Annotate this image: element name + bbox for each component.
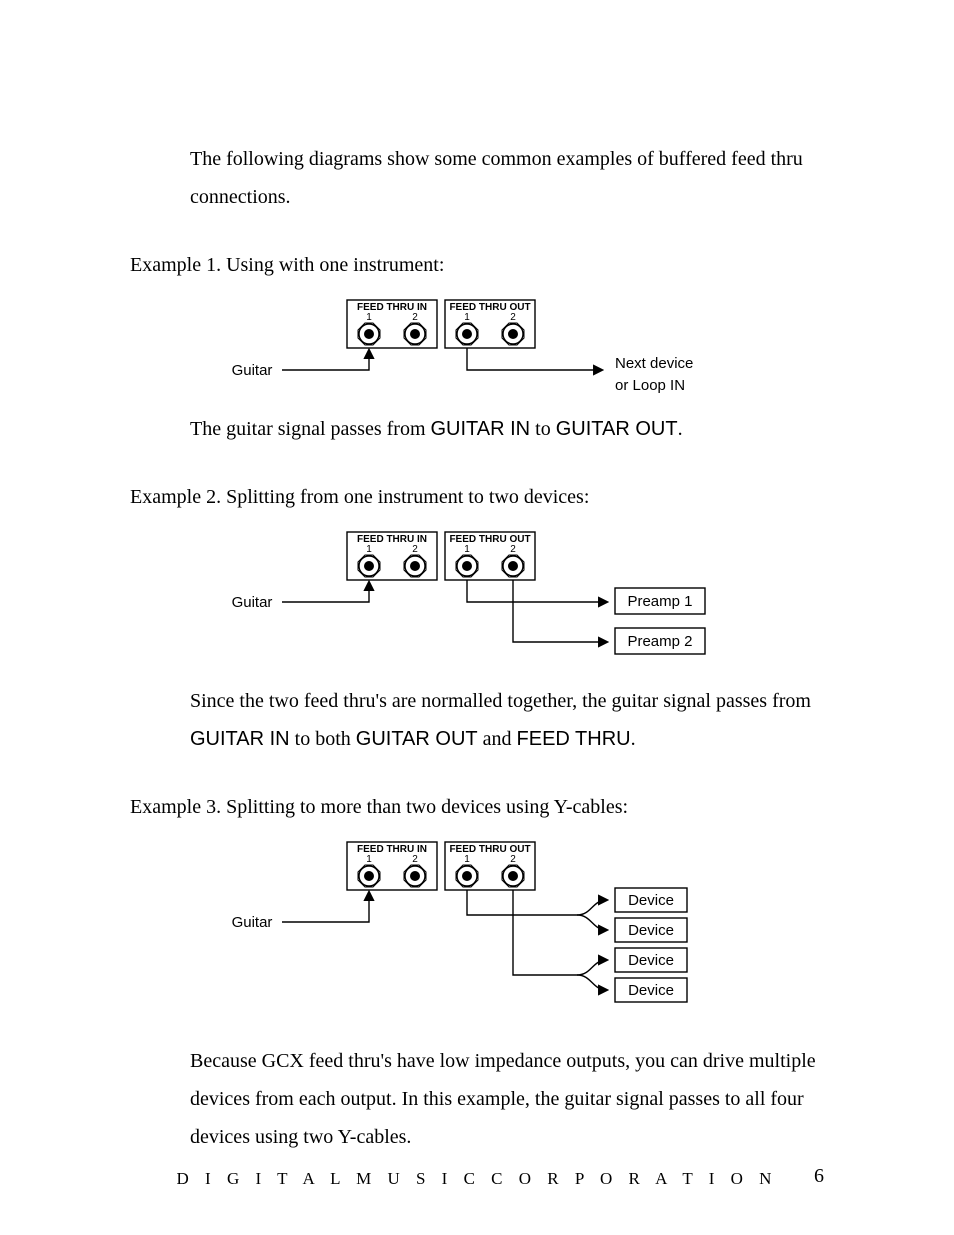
svg-text:2: 2 (412, 544, 418, 555)
svg-text:2: 2 (510, 544, 516, 555)
svg-text:Next device: Next device (615, 355, 693, 372)
svg-text:FEED THRU OUT: FEED THRU OUT (449, 302, 530, 313)
svg-text:Device: Device (628, 952, 674, 969)
intro-text: The following diagrams show some common … (190, 140, 824, 216)
svg-text:1: 1 (464, 544, 470, 555)
diagram-1: FEED THRU IN FEED THRU OUT 1 2 1 2 Guita… (207, 290, 747, 400)
svg-text:2: 2 (510, 312, 516, 323)
svg-text:Guitar: Guitar (232, 362, 273, 379)
svg-text:1: 1 (366, 544, 372, 555)
svg-text:2: 2 (412, 854, 418, 865)
svg-text:Preamp 2: Preamp 2 (627, 633, 692, 650)
footer-text: D I G I T A L M U S I C C O R P O R A T … (0, 1163, 954, 1195)
svg-text:1: 1 (366, 854, 372, 865)
page-number: 6 (814, 1157, 824, 1195)
svg-text:FEED THRU OUT: FEED THRU OUT (449, 844, 530, 855)
svg-text:1: 1 (366, 312, 372, 323)
svg-text:2: 2 (510, 854, 516, 865)
svg-text:Guitar: Guitar (232, 594, 273, 611)
svg-text:1: 1 (464, 854, 470, 865)
svg-text:Device: Device (628, 982, 674, 999)
diagram-3: FEED THRU IN FEED THRU OUT 1 2 1 2 Guita… (207, 832, 747, 1032)
example2-heading: Example 2. Splitting from one instrument… (130, 478, 824, 516)
svg-text:Guitar: Guitar (232, 914, 273, 931)
example3-body: Because GCX feed thru's have low impedan… (190, 1042, 824, 1156)
svg-text:or Loop IN: or Loop IN (615, 377, 685, 394)
example1-body: The guitar signal passes from GUITAR IN … (190, 410, 824, 448)
svg-text:Device: Device (628, 892, 674, 909)
example2-body: Since the two feed thru's are normalled … (190, 682, 824, 758)
svg-text:1: 1 (464, 312, 470, 323)
example1-heading: Example 1. Using with one instrument: (130, 246, 824, 284)
svg-text:Device: Device (628, 922, 674, 939)
svg-text:Preamp 1: Preamp 1 (627, 593, 692, 610)
example3-heading: Example 3. Splitting to more than two de… (130, 788, 824, 826)
svg-text:2: 2 (412, 312, 418, 323)
svg-text:FEED THRU OUT: FEED THRU OUT (449, 534, 530, 545)
diagram-2: FEED THRU IN FEED THRU OUT 1 2 1 2 Guita… (207, 522, 747, 672)
